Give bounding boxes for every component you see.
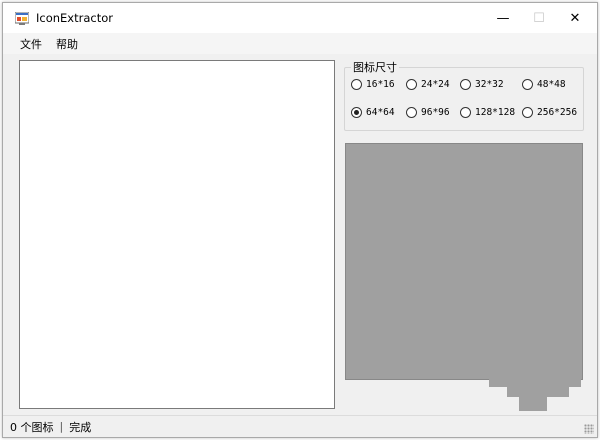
menu-file[interactable]: 文件 [13,36,49,52]
preview-artifact [519,397,547,411]
radio-circle-checked[interactable] [351,107,362,118]
status-bar: 0 个图标 | 完成 [3,415,597,437]
menu-bar: 文件 帮助 [3,33,597,54]
maximize-icon: ☐ [533,10,545,26]
radio-size-24[interactable]: 24*24 [406,79,450,90]
icon-size-group-title: 图标尺寸 [351,59,399,75]
resize-grip-icon[interactable] [584,424,594,434]
status-text: 完成 [69,420,92,434]
radio-label: 256*256 [537,107,578,118]
radio-label: 128*128 [475,107,516,118]
radio-size-48[interactable]: 48*48 [522,79,566,90]
window-title: IconExtractor [36,11,113,25]
radio-circle[interactable] [351,79,362,90]
close-icon: ✕ [569,10,581,26]
radio-label: 24*24 [421,79,450,90]
title-bar[interactable]: IconExtractor — ☐ ✕ [3,3,597,33]
preview-artifact [507,387,569,397]
radio-size-64[interactable]: 64*64 [351,107,395,118]
radio-label: 96*96 [421,107,450,118]
app-icon [15,12,29,25]
radio-circle[interactable] [522,79,533,90]
radio-circle[interactable] [406,107,417,118]
status-separator: | [59,420,64,433]
radio-size-256[interactable]: 256*256 [522,107,577,118]
minimize-button[interactable]: — [485,3,521,33]
radio-size-32[interactable]: 32*32 [460,79,504,90]
icon-list[interactable] [19,60,335,409]
close-button[interactable]: ✕ [557,3,593,33]
minimize-icon: — [496,10,510,26]
radio-label: 48*48 [537,79,566,90]
radio-label: 16*16 [366,79,395,90]
preview-artifact [489,379,581,387]
radio-circle[interactable] [522,107,533,118]
radio-label: 64*64 [366,107,395,118]
radio-circle[interactable] [406,79,417,90]
maximize-button[interactable]: ☐ [521,3,557,33]
menu-help[interactable]: 帮助 [49,36,85,52]
radio-label: 32*32 [475,79,504,90]
icon-size-group [344,67,584,131]
radio-circle[interactable] [460,107,471,118]
icon-preview [345,143,583,380]
radio-size-96[interactable]: 96*96 [406,107,450,118]
radio-size-16[interactable]: 16*16 [351,79,395,90]
radio-size-128[interactable]: 128*128 [460,107,515,118]
status-icon-count: 0 个图标 [10,420,54,434]
app-window: IconExtractor — ☐ ✕ 文件 帮助 图标尺寸 16*16 24*… [2,2,598,438]
radio-circle[interactable] [460,79,471,90]
